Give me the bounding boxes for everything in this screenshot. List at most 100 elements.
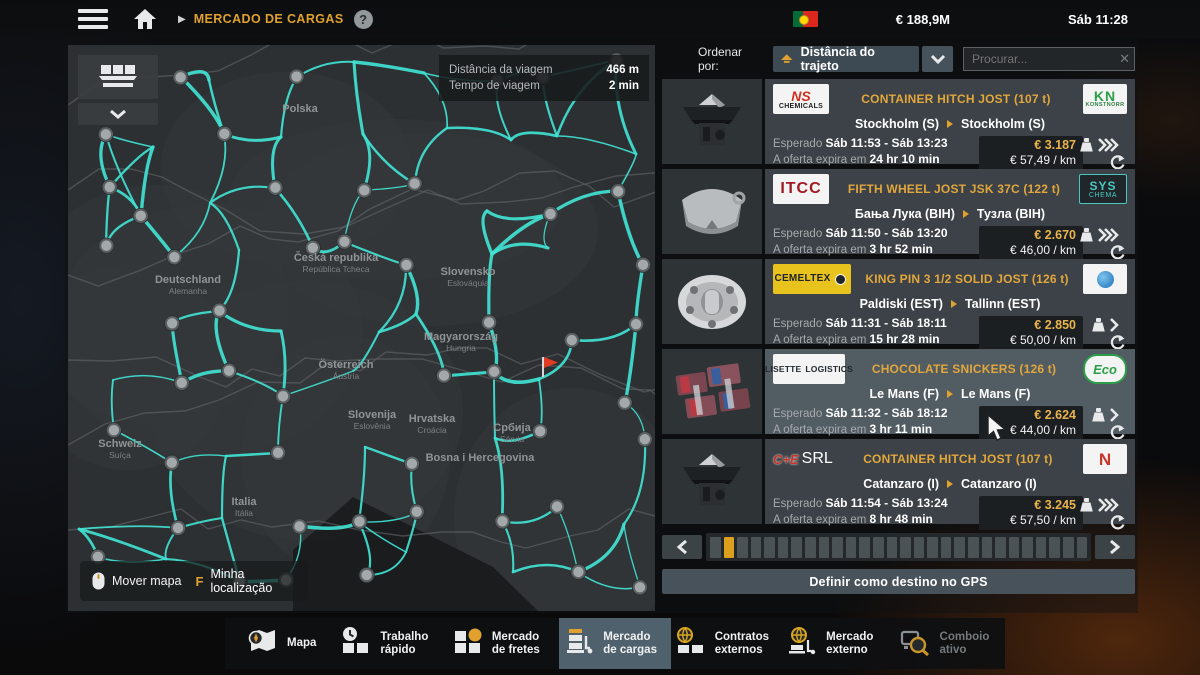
sort-select[interactable]: Distância do trajeto — [773, 46, 919, 72]
page-block[interactable] — [941, 537, 952, 558]
trailer-dropdown-button[interactable] — [78, 103, 158, 125]
tab-trabalho-r-pido[interactable]: Trabalho rápido — [336, 618, 447, 669]
map-city-node[interactable] — [407, 176, 423, 192]
page-block[interactable] — [982, 537, 993, 558]
page-block[interactable] — [927, 537, 938, 558]
page-block[interactable] — [710, 537, 721, 558]
page-block[interactable] — [846, 537, 857, 558]
page-block[interactable] — [1077, 537, 1088, 558]
map-city-node[interactable] — [356, 182, 372, 198]
map-city-node[interactable] — [216, 126, 232, 142]
set-gps-destination-button[interactable]: Definir como destino no GPS — [662, 569, 1135, 594]
tab-contratos-externos[interactable]: Contratos externos — [671, 618, 782, 669]
map-city-node[interactable] — [532, 423, 548, 439]
help-icon[interactable]: ? — [354, 10, 373, 29]
map-city-node[interactable] — [542, 206, 558, 222]
map-city-node[interactable] — [102, 179, 118, 195]
page-block[interactable] — [914, 537, 925, 558]
map-city-node[interactable] — [170, 520, 186, 536]
map-city-node[interactable] — [133, 208, 149, 224]
page-block[interactable] — [1022, 537, 1033, 558]
map-city-node[interactable] — [174, 375, 190, 391]
page-block[interactable] — [954, 537, 965, 558]
map-city-node[interactable] — [336, 234, 352, 250]
page-block[interactable] — [995, 537, 1006, 558]
map-city-node[interactable] — [617, 395, 633, 411]
page-block[interactable] — [751, 537, 762, 558]
cargo-offer-row[interactable]: ITCCFIFTH WHEEL JOST JSK 37C (122 t)SYSC… — [662, 169, 1135, 254]
cargo-offer-row[interactable]: LISETTELOGISTICSCHOCOLATE SNICKERS (126 … — [662, 349, 1135, 434]
map-city-node[interactable] — [166, 249, 182, 265]
map-city-node[interactable] — [351, 514, 367, 530]
map-city-node[interactable] — [486, 364, 502, 380]
map-city-node[interactable] — [164, 455, 180, 471]
map-city-node[interactable] — [267, 180, 283, 196]
page-block[interactable] — [791, 537, 802, 558]
map-city-node[interactable] — [98, 126, 114, 142]
map-city-node[interactable] — [164, 315, 180, 331]
menu-icon[interactable] — [78, 9, 108, 29]
map-city-node[interactable] — [211, 303, 227, 319]
cargo-image-fifth-wheel[interactable] — [662, 169, 762, 254]
map-city-node[interactable] — [549, 499, 565, 515]
page-block[interactable] — [764, 537, 775, 558]
page-block[interactable] — [819, 537, 830, 558]
map-city-node[interactable] — [289, 69, 305, 85]
page-block[interactable] — [737, 537, 748, 558]
search-input[interactable] — [963, 47, 1135, 71]
cargo-offer-row[interactable]: CEMELTEXKING PIN 3 1/2 SOLID JOST (126 t… — [662, 259, 1135, 344]
page-block[interactable] — [859, 537, 870, 558]
map-city-node[interactable] — [292, 518, 308, 534]
page-block[interactable] — [778, 537, 789, 558]
map-city-node[interactable] — [398, 257, 414, 273]
page-block[interactable] — [1049, 537, 1060, 558]
next-page-button[interactable] — [1095, 535, 1135, 559]
map-panel[interactable]: PolskaDeutschlandAlemanhaČeská republika… — [68, 45, 655, 611]
cargo-offer-row[interactable]: NSCHEMICALSCONTAINER HITCH JOST (107 t)K… — [662, 79, 1135, 164]
tab-mapa[interactable]: Mapa — [225, 618, 336, 669]
map-city-node[interactable] — [173, 69, 189, 85]
page-block[interactable] — [900, 537, 911, 558]
cargo-offer-row[interactable]: C+ESRLCONTAINER HITCH JOST (107 t)NCatan… — [662, 439, 1135, 524]
map-city-node[interactable] — [632, 579, 648, 595]
map-city-node[interactable] — [610, 183, 626, 199]
map-city-node[interactable] — [564, 332, 580, 348]
tab-mercado-externo[interactable]: Mercado externo — [782, 618, 893, 669]
clear-search-icon[interactable]: ✕ — [1119, 51, 1130, 67]
page-block[interactable] — [968, 537, 979, 558]
map-city-node[interactable] — [628, 316, 644, 332]
map-city-node[interactable] — [635, 257, 651, 273]
map-city-node[interactable] — [481, 314, 497, 330]
prev-page-button[interactable] — [662, 535, 702, 559]
europe-map[interactable]: PolskaDeutschlandAlemanhaČeská republika… — [68, 45, 655, 611]
cargo-image-king-pin[interactable] — [662, 259, 762, 344]
cargo-image-container-hitch[interactable] — [662, 439, 762, 524]
home-icon[interactable] — [132, 7, 158, 31]
trailer-config-button[interactable] — [78, 55, 158, 99]
tab-mercado-de-fretes[interactable]: Mercado de fretes — [448, 618, 559, 669]
map-city-node[interactable] — [494, 513, 510, 529]
map-city-node[interactable] — [570, 564, 586, 580]
page-block[interactable] — [832, 537, 843, 558]
map-city-node[interactable] — [404, 456, 420, 472]
map-city-node[interactable] — [359, 567, 375, 583]
map-city-node[interactable] — [106, 422, 122, 438]
page-block-active[interactable] — [724, 537, 735, 558]
map-city-node[interactable] — [275, 388, 291, 404]
map-city-node[interactable] — [221, 363, 237, 379]
page-block[interactable] — [1036, 537, 1047, 558]
page-block[interactable] — [805, 537, 816, 558]
map-city-node[interactable] — [270, 445, 286, 461]
page-block[interactable] — [873, 537, 884, 558]
page-block[interactable] — [1009, 537, 1020, 558]
page-block[interactable] — [887, 537, 898, 558]
cargo-image-container-hitch[interactable] — [662, 79, 762, 164]
sort-dropdown-button[interactable] — [922, 46, 953, 72]
map-city-node[interactable] — [98, 238, 114, 254]
cargo-image-chocolate[interactable] — [662, 349, 762, 434]
tab-mercado-de-cargas[interactable]: Mercado de cargas — [559, 618, 670, 669]
map-city-node[interactable] — [409, 504, 425, 520]
map-city-node[interactable] — [637, 431, 653, 447]
map-city-node[interactable] — [436, 368, 452, 384]
page-block[interactable] — [1063, 537, 1074, 558]
